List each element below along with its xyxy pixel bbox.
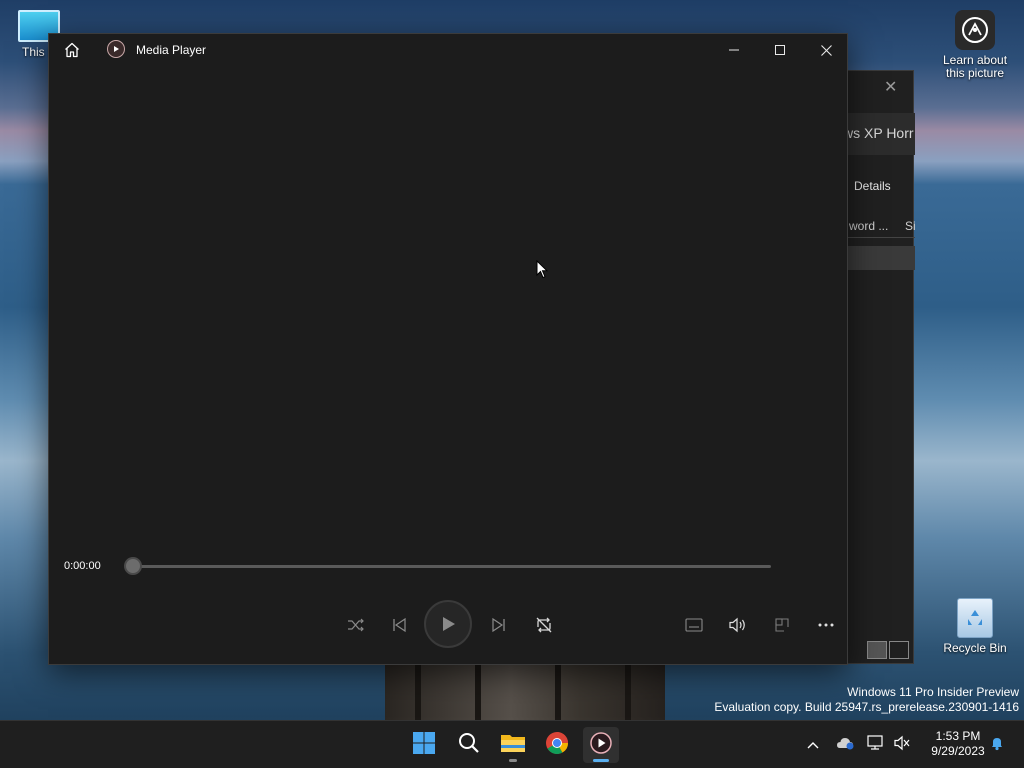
volume-muted-icon [893, 735, 911, 756]
running-indicator [509, 759, 517, 762]
chevron-up-icon [807, 736, 819, 754]
details-button[interactable]: Details [854, 179, 891, 193]
clock-date: 9/29/2023 [931, 744, 985, 758]
more-icon [818, 623, 834, 627]
media-player-icon [589, 731, 613, 760]
search-button[interactable] [451, 727, 487, 763]
minimize-button[interactable] [711, 34, 757, 66]
file-explorer-button[interactable] [495, 727, 531, 763]
desktop-icon-label-line2: this picture [945, 66, 1005, 80]
network-button[interactable] [865, 721, 887, 768]
desktop-icon-recycle-bin[interactable]: Recycle Bin [937, 598, 1013, 655]
folder-icon [500, 732, 526, 759]
media-player-window: Media Player 0:00:00 [48, 33, 848, 665]
notifications-button[interactable] [986, 721, 1008, 768]
elapsed-time: 0:00:00 [64, 560, 101, 572]
column-header-row: word ... Si [839, 214, 915, 238]
background-explorer-window[interactable]: ✕ ws XP Horr Details word ... Si [838, 70, 915, 664]
recycle-bin-icon [957, 598, 993, 638]
volume-button[interactable] [723, 610, 753, 640]
previous-icon [391, 617, 407, 633]
bell-icon [989, 735, 1005, 756]
seek-thumb[interactable] [124, 557, 142, 575]
chrome-button[interactable] [539, 727, 575, 763]
active-indicator [593, 759, 609, 762]
cloud-icon [835, 736, 855, 755]
camera-icon [955, 10, 995, 50]
media-player-app-icon [107, 40, 125, 58]
thumbnail-view-icon[interactable] [889, 641, 909, 659]
chrome-icon [545, 731, 569, 760]
explorer-folder-title: ws XP Horr [839, 113, 915, 155]
mini-player-icon [774, 617, 790, 633]
details-view-icon[interactable] [867, 641, 887, 659]
media-player-taskbar-button[interactable] [583, 727, 619, 763]
close-button[interactable] [803, 34, 849, 66]
shuffle-button[interactable] [341, 610, 371, 640]
volume-icon [728, 617, 748, 633]
next-button[interactable] [484, 610, 514, 640]
repeat-icon [535, 616, 553, 634]
search-icon [458, 732, 480, 759]
captions-button[interactable] [679, 610, 709, 640]
system-clock[interactable]: 1:53 PM 9/29/2023 [920, 729, 996, 759]
watermark-line1: Windows 11 Pro Insider Preview [847, 685, 1019, 699]
window-title: Media Player [136, 43, 207, 57]
onedrive-button[interactable] [834, 721, 856, 768]
windows-watermark: Windows 11 Pro Insider Preview Evaluatio… [714, 685, 1019, 715]
mini-player-button[interactable] [767, 610, 797, 640]
wallpaper-pier [385, 665, 665, 720]
desktop-icon-learn-about-picture[interactable]: Learn about this picture [937, 10, 1013, 80]
show-hidden-icons-button[interactable] [802, 721, 824, 768]
mouse-cursor-icon [536, 259, 549, 285]
column-header[interactable]: word ... [849, 219, 888, 233]
desktop-icon-label: Recycle Bin [943, 641, 1007, 655]
close-icon[interactable]: ✕ [884, 77, 897, 97]
maximize-button[interactable] [757, 34, 803, 66]
title-bar[interactable]: Media Player [49, 34, 847, 66]
home-icon[interactable] [63, 41, 81, 59]
previous-button[interactable] [384, 610, 414, 640]
seek-bar[interactable] [133, 565, 771, 568]
column-header[interactable]: Si [905, 219, 915, 233]
volume-muted-button[interactable] [891, 721, 913, 768]
watermark-line2: Evaluation copy. Build 25947.rs_prerelea… [714, 700, 1019, 714]
taskbar: 1:53 PM 9/29/2023 [0, 720, 1024, 768]
more-options-button[interactable] [811, 610, 841, 640]
repeat-button[interactable] [529, 610, 559, 640]
captions-icon [685, 618, 703, 632]
play-button[interactable] [424, 600, 472, 648]
network-icon [867, 734, 885, 756]
play-icon [438, 614, 458, 634]
next-icon [491, 617, 507, 633]
clock-time: 1:53 PM [935, 729, 981, 743]
view-toggle [867, 641, 909, 659]
selected-file-row[interactable] [839, 246, 915, 270]
windows-logo-icon [412, 731, 436, 760]
shuffle-icon [347, 617, 365, 633]
start-button[interactable] [406, 727, 442, 763]
